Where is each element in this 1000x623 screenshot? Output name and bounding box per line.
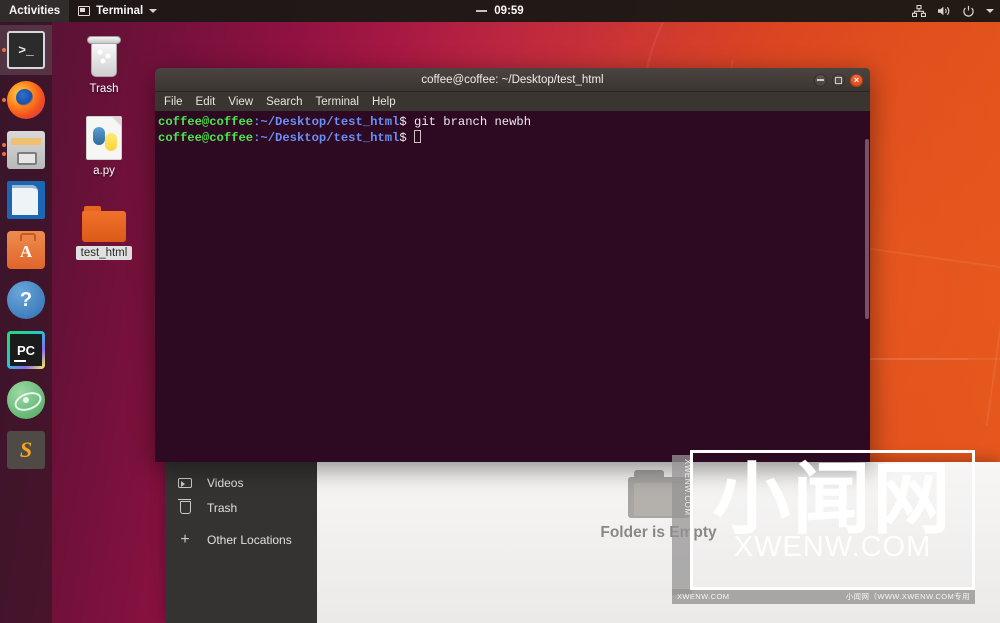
python-file-icon [61, 108, 147, 160]
files-icon [7, 131, 45, 169]
chevron-down-icon[interactable] [986, 9, 994, 13]
desktop-icon-label: Trash [89, 83, 119, 95]
terminal-cursor [414, 129, 422, 143]
atom-icon [7, 381, 45, 419]
watermark-bottom-bar: XWENW.COM 小闻网（WWW.XWENW.COM专用 [672, 589, 975, 604]
volume-icon[interactable] [937, 5, 951, 17]
top-bar-left: Activities Terminal [0, 0, 166, 22]
left-dock: >_ ? S [0, 22, 52, 623]
sidebar-item-label: Trash [207, 500, 238, 515]
sidebar-item-videos[interactable]: Videos [165, 470, 317, 495]
dock-item-terminal[interactable]: >_ [0, 25, 52, 75]
app-menu-button[interactable]: Terminal [69, 0, 166, 22]
sublime-icon: S [7, 431, 45, 469]
power-icon[interactable] [962, 5, 975, 18]
minimize-button[interactable] [814, 73, 827, 87]
files-sidebar: Videos Trash + Other Locations [165, 462, 317, 623]
window-icon [78, 6, 91, 16]
top-bar: Activities Terminal 09:59 [0, 0, 1000, 22]
terminal-menubar: File Edit View Search Terminal Help [155, 92, 870, 111]
close-icon: × [853, 74, 860, 85]
running-indicator-icon [2, 98, 6, 102]
terminal-scrollbar[interactable] [863, 111, 870, 462]
dock-item-software[interactable] [0, 225, 52, 275]
writer-icon [7, 181, 45, 219]
sidebar-item-other-locations[interactable]: + Other Locations [165, 527, 317, 552]
watermark-bar-right-label: 小闻网（WWW.XWENW.COM专用 [845, 592, 970, 601]
menu-item-view[interactable]: View [228, 96, 253, 108]
prompt-path: ~/Desktop/test_html [260, 130, 400, 145]
system-tray[interactable] [912, 5, 994, 18]
running-indicator-icon [2, 143, 6, 147]
watermark-bar-left-label: XWENW.COM [677, 592, 730, 601]
software-icon [7, 231, 45, 269]
desktop-icon-a-py[interactable]: a.py [61, 108, 147, 178]
firefox-icon [7, 81, 45, 119]
terminal-icon: >_ [7, 31, 45, 69]
dock-item-files[interactable] [0, 125, 52, 175]
dock-item-writer[interactable] [0, 175, 52, 225]
prompt-user: coffee@coffee [158, 130, 254, 145]
terminal-window: coffee@coffee: ~/Desktop/test_html × Fil… [155, 68, 870, 462]
sidebar-item-label: Other Locations [207, 532, 292, 547]
notification-dash-icon [476, 10, 488, 12]
dock-item-firefox[interactable] [0, 75, 52, 125]
prompt-dollar: $ [399, 115, 407, 129]
watermark-box: 小闻网 XWENW.COM [690, 450, 975, 590]
terminal-output[interactable]: coffee@coffee:~/Desktop/test_html$ git b… [155, 111, 870, 462]
desktop-icon-trash[interactable]: Trash [61, 26, 147, 96]
sidebar-item-trash[interactable]: Trash [165, 495, 317, 520]
terminal-command [407, 131, 414, 145]
close-button[interactable]: × [850, 73, 863, 87]
terminal-line: coffee@coffee:~/Desktop/test_html$ git b… [158, 115, 870, 130]
menu-item-file[interactable]: File [164, 96, 183, 108]
dock-item-pycharm[interactable] [0, 325, 52, 375]
clock-area[interactable]: 09:59 [400, 5, 600, 17]
running-indicator-icon [2, 48, 6, 52]
activities-button[interactable]: Activities [0, 0, 70, 22]
plus-icon: + [180, 530, 190, 548]
menu-item-terminal[interactable]: Terminal [316, 96, 359, 108]
folder-icon [61, 190, 147, 242]
app-menu-label: Terminal [96, 5, 144, 17]
pycharm-icon [7, 331, 45, 369]
trash-icon [177, 498, 193, 514]
menu-item-help[interactable]: Help [372, 96, 396, 108]
trash-icon [61, 26, 147, 78]
clock-label: 09:59 [494, 5, 524, 17]
menu-item-edit[interactable]: Edit [196, 96, 216, 108]
running-indicator-icon [2, 152, 6, 156]
sidebar-item-label: Videos [207, 475, 244, 490]
network-icon[interactable] [912, 5, 926, 17]
dock-item-help[interactable]: ? [0, 275, 52, 325]
desktop-icon-label: a.py [93, 165, 115, 177]
terminal-titlebar[interactable]: coffee@coffee: ~/Desktop/test_html × [155, 68, 870, 92]
prompt-user: coffee@coffee [158, 115, 254, 129]
help-icon: ? [7, 281, 45, 319]
window-controls: × [814, 68, 863, 92]
watermark-domain-label: XWENW.COM [733, 531, 932, 563]
menu-item-search[interactable]: Search [266, 96, 302, 108]
prompt-path: ~/Desktop/test_html [260, 115, 400, 129]
terminal-title-label: coffee@coffee: ~/Desktop/test_html [421, 73, 604, 86]
terminal-command: git branch newbh [406, 115, 532, 129]
chevron-down-icon [149, 9, 158, 13]
maximize-button[interactable] [832, 73, 845, 87]
video-icon [177, 477, 193, 488]
activities-label: Activities [9, 5, 61, 17]
dock-item-sublime[interactable]: S [0, 425, 52, 475]
desktop-icon-test-html[interactable]: test_html [61, 190, 147, 260]
prompt-dollar: $ [399, 130, 407, 145]
desktop-icon-label: test_html [75, 246, 133, 260]
dock-item-atom[interactable] [0, 375, 52, 425]
watermark-vertical-text: XWENW.COM [672, 455, 692, 595]
terminal-line: coffee@coffee:~/Desktop/test_html$ [158, 129, 870, 146]
